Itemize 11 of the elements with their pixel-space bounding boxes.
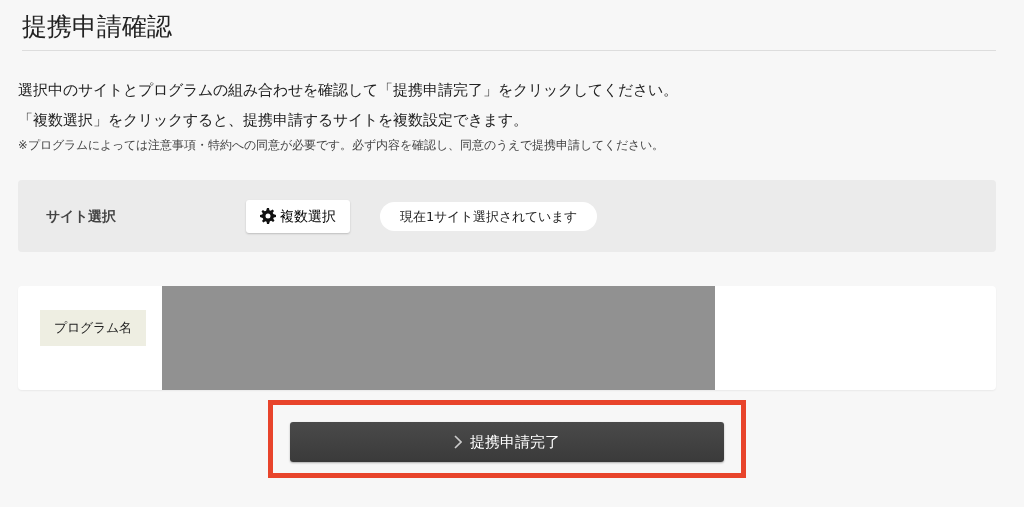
multi-select-button[interactable]: 複数選択	[246, 199, 350, 233]
selection-status: 現在1サイト選択されています	[380, 201, 598, 231]
submit-button[interactable]: 提携申請完了	[290, 422, 724, 463]
note-text: ※プログラムによっては注意事項・特約への同意が必要です。必ず内容を確認し、同意のうえで提携申請してください。	[18, 137, 665, 154]
gear-icon	[260, 208, 276, 225]
page-title: 提携申請確認	[22, 12, 996, 51]
chevron-right-icon	[454, 435, 462, 450]
program-name-label: プログラム名	[40, 310, 146, 346]
instruction-text: 選択中のサイトとプログラムの組み合わせを確認して「提携申請完了」をクリックしてください。	[18, 80, 679, 101]
site-select-label: サイト選択	[46, 206, 117, 226]
instruction-text: 「複数選択」をクリックすると、提携申請するサイトを複数設定できます。	[18, 110, 529, 131]
